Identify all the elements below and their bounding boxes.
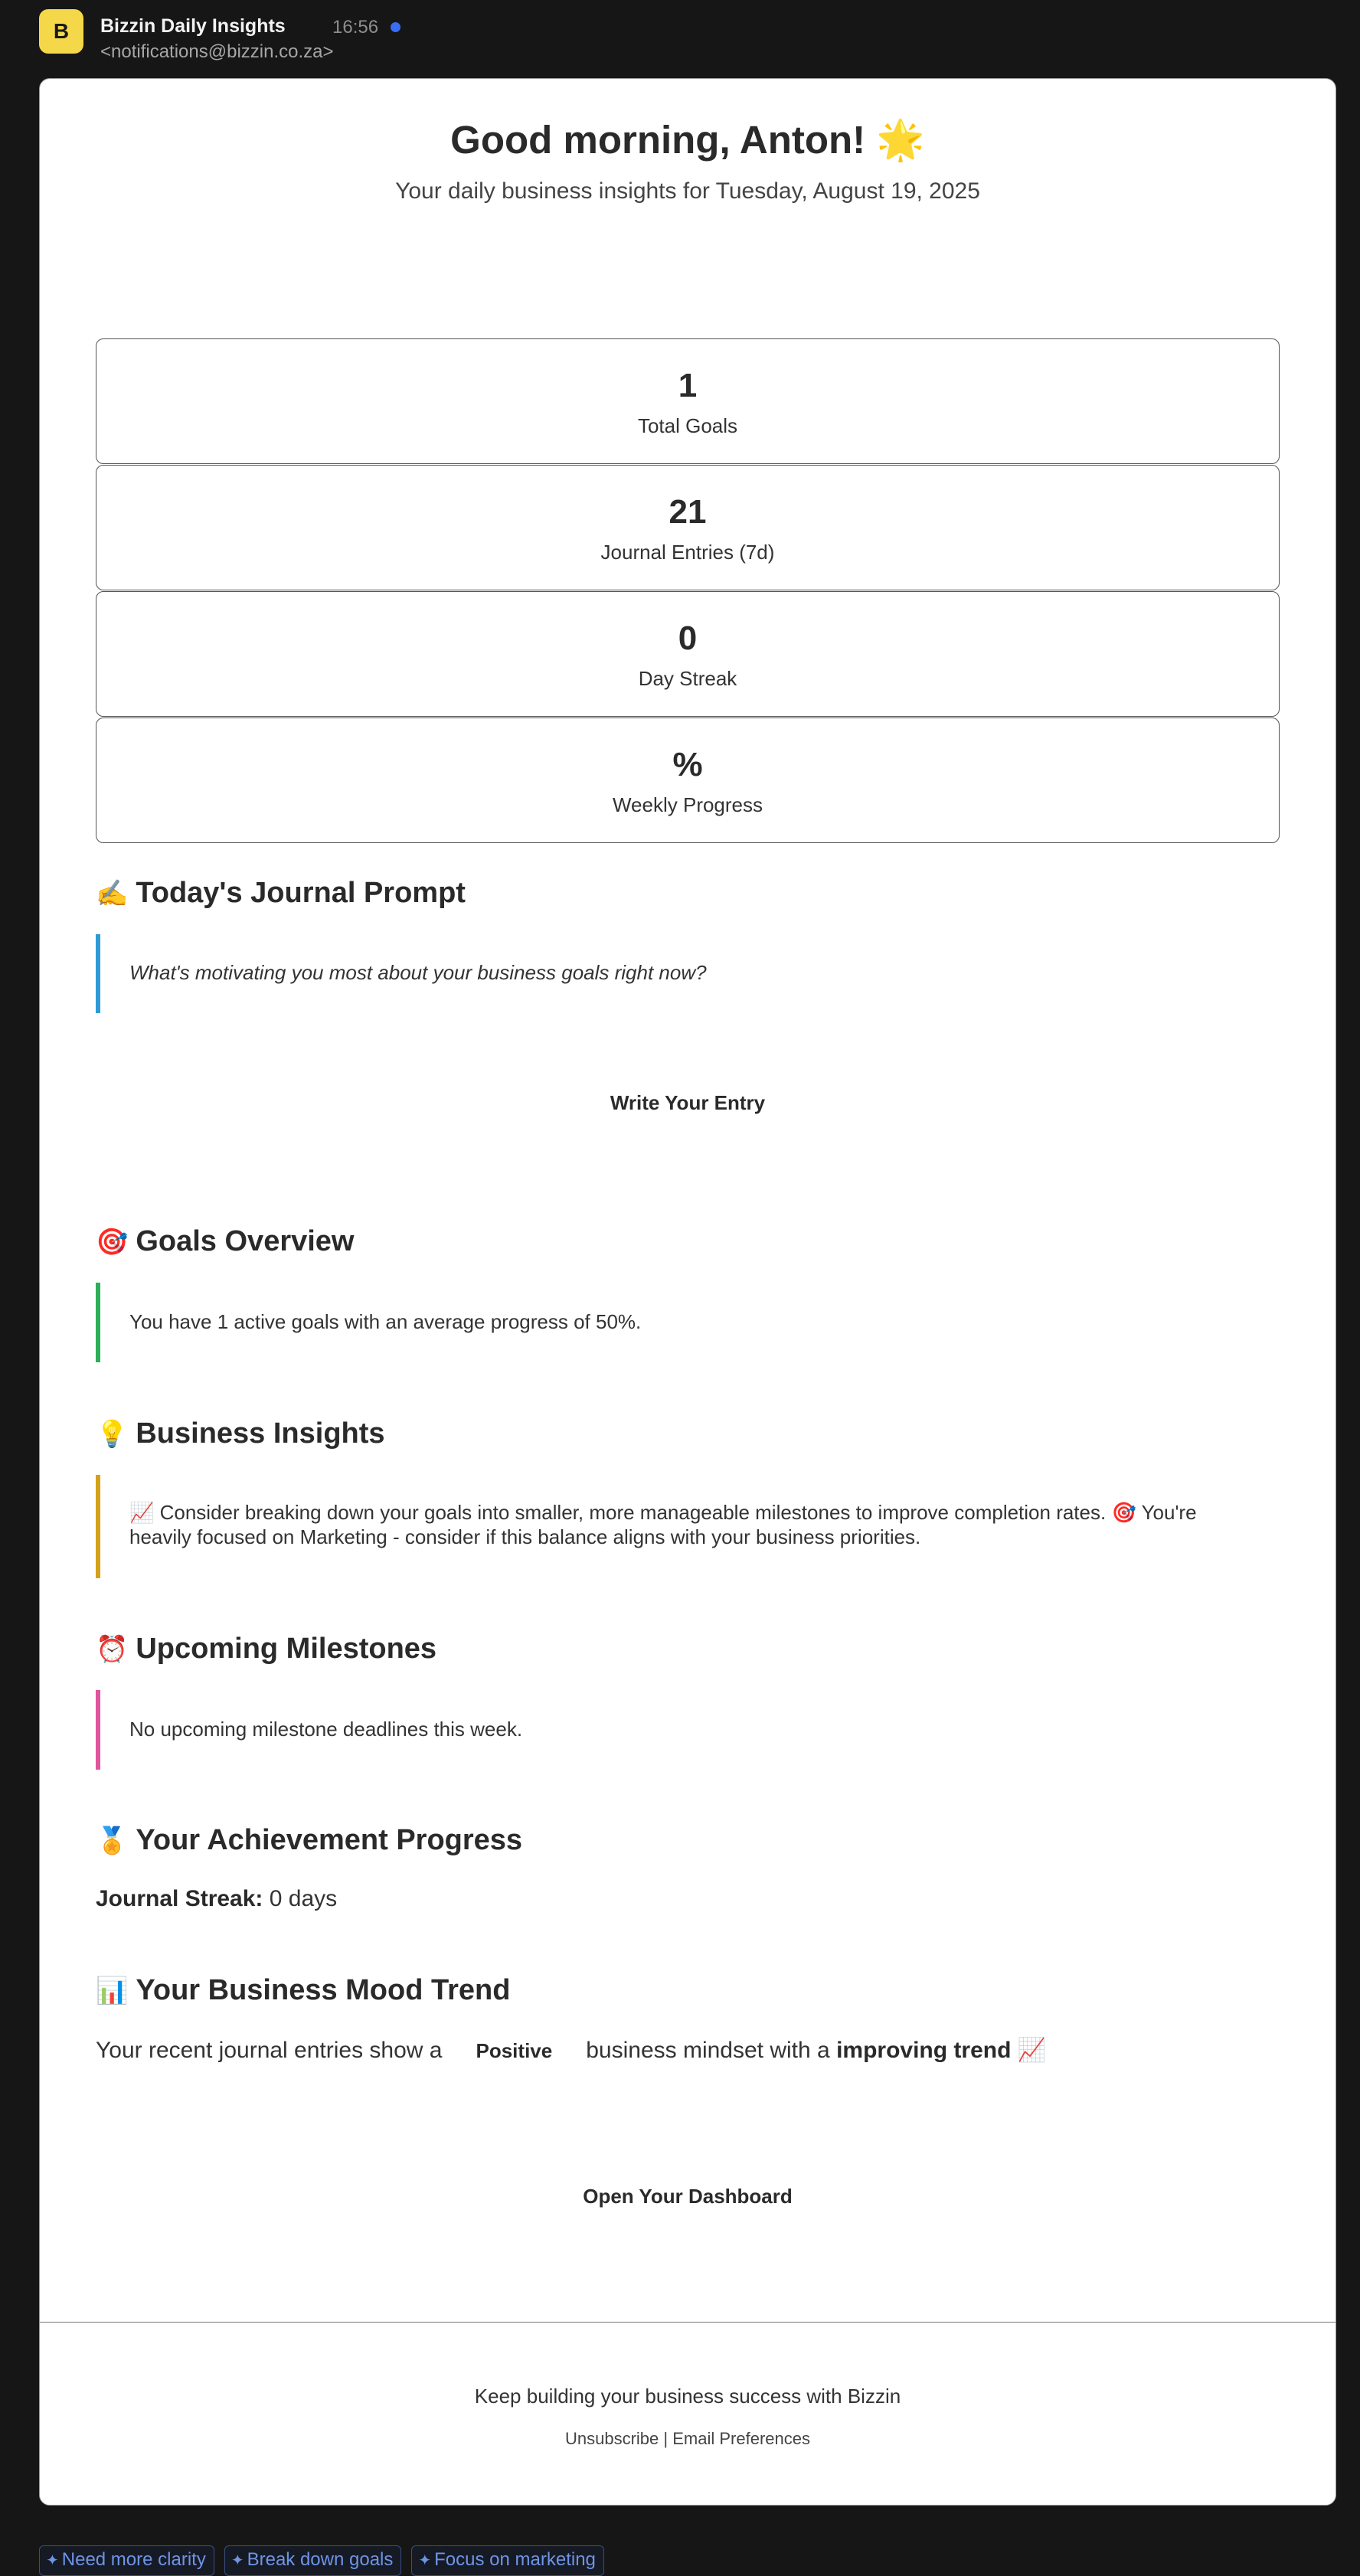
suggestion-chip[interactable]: ✦ Need more clarity — [39, 2545, 214, 2576]
medal-icon: 🏅 — [96, 1826, 129, 1855]
unsubscribe-link[interactable]: Unsubscribe — [565, 2429, 659, 2448]
section-title-upcoming-milestones: ⏰ Upcoming Milestones — [96, 1633, 436, 1666]
chart-increasing-icon: 📈 — [1017, 2038, 1047, 2063]
unread-indicator-icon — [391, 22, 400, 32]
stat-card-total-goals: 1 Total Goals — [96, 338, 1280, 464]
section-title-text: Today's Journal Prompt — [136, 877, 466, 909]
section-title-text: Upcoming Milestones — [136, 1633, 437, 1665]
sender-name[interactable]: Bizzin Daily Insights — [100, 15, 286, 38]
section-title-achievement: 🏅 Your Achievement Progress — [96, 1824, 522, 1857]
section-title-text: Your Achievement Progress — [136, 1824, 523, 1856]
mood-trend-line: Your recent journal entries show a Positi… — [96, 2037, 1046, 2064]
section-title-text: Goals Overview — [136, 1225, 355, 1257]
suggestion-chips: ✦ Need more clarity ✦ Break down goals ✦ Fo… — [39, 2545, 604, 2576]
greeting-subtitle: Your daily business insights for Tuesday… — [395, 178, 980, 204]
email-sender-header: B Bizzin Daily Insights 16:56 <notificat… — [39, 9, 1341, 62]
bar-chart-icon: 📊 — [96, 1976, 129, 2006]
write-entry-button[interactable]: Write Your Entry — [40, 1091, 1335, 1115]
footer — [40, 2323, 1335, 2505]
stat-value: % — [672, 746, 703, 783]
stat-label: Journal Entries (7d) — [600, 541, 775, 564]
open-dashboard-button[interactable]: Open Your Dashboard — [40, 2185, 1335, 2208]
upcoming-milestones-quote: No upcoming milestone deadlines this wee… — [96, 1690, 1280, 1770]
journal-prompt-text: What's motivating you most about your bu… — [129, 961, 707, 984]
section-title-mood-trend: 📊 Your Business Mood Trend — [96, 1974, 510, 2007]
sparkle-icon: ✦ — [46, 2552, 59, 2569]
mood-middle: business mindset with a — [586, 2038, 830, 2063]
footer-link-separator: | — [663, 2429, 669, 2448]
sender-avatar: B — [39, 9, 83, 54]
footer-tagline: Keep building your business success with… — [474, 2385, 901, 2408]
business-insights-text: 📈 Consider breaking down your goals into… — [129, 1501, 1197, 1548]
light-bulb-icon: 💡 — [96, 1420, 129, 1449]
stat-value: 1 — [678, 367, 698, 404]
suggestion-chip[interactable]: ✦ Focus on marketing — [411, 2545, 604, 2576]
sparkle-icon: ✦ — [230, 2552, 244, 2569]
mood-badge: Positive — [476, 2039, 553, 2062]
stat-value: 21 — [669, 493, 707, 531]
mood-trend: improving trend — [836, 2038, 1012, 2063]
received-time: 16:56 — [332, 17, 379, 38]
journal-prompt-quote: What's motivating you most about your bu… — [96, 934, 1280, 1013]
stat-card-weekly-progress: % Weekly Progress — [96, 718, 1280, 843]
target-icon: 🎯 — [96, 1228, 129, 1257]
greeting-heading: Good morning, Anton! 🌟 — [450, 118, 925, 162]
chip-label: Focus on marketing — [434, 2549, 596, 2570]
footer-links: Unsubscribe | Email Preferences — [40, 2429, 1335, 2449]
goals-overview-text: You have 1 active goals with an average … — [129, 1310, 642, 1333]
writing-hand-icon: ✍️ — [96, 879, 129, 908]
section-title-journal-prompt: ✍️ Today's Journal Prompt — [96, 877, 466, 910]
section-title-text: Your Business Mood Trend — [136, 1974, 511, 2006]
business-insights-quote: 📈 Consider breaking down your goals into… — [96, 1475, 1280, 1578]
stat-value: 0 — [678, 619, 698, 657]
mood-prefix: Your recent journal entries show a — [96, 2038, 443, 2063]
chip-label: Need more clarity — [61, 2549, 206, 2570]
journal-streak-line: Journal Streak: 0 days — [96, 1886, 337, 1912]
journal-streak-value: 0 days — [269, 1886, 338, 1911]
section-title-business-insights: 💡 Business Insights — [96, 1417, 385, 1450]
chip-label: Break down goals — [247, 2549, 394, 2570]
stat-label: Weekly Progress — [612, 793, 763, 816]
email-preferences-link[interactable]: Email Preferences — [672, 2429, 810, 2448]
sparkle-icon: ✦ — [418, 2552, 432, 2569]
sender-email: <notifications@bizzin.co.za> — [100, 41, 334, 62]
email-body-card: Good morning, Anton! 🌟 Your daily busine… — [39, 78, 1336, 2506]
stat-label: Day Streak — [638, 667, 737, 690]
stat-card-journal-entries: 21 Journal Entries (7d) — [96, 465, 1280, 590]
stat-label: Total Goals — [637, 414, 738, 437]
upcoming-milestones-text: No upcoming milestone deadlines this wee… — [129, 1718, 523, 1741]
journal-streak-label: Journal Streak: — [96, 1886, 263, 1911]
section-title-text: Business Insights — [136, 1417, 385, 1450]
alarm-clock-icon: ⏰ — [96, 1635, 129, 1664]
footer-divider — [40, 2322, 1335, 2323]
section-title-goals-overview: 🎯 Goals Overview — [96, 1225, 355, 1258]
stat-card-day-streak: 0 Day Streak — [96, 591, 1280, 717]
suggestion-chip[interactable]: ✦ Break down goals — [224, 2545, 402, 2576]
goals-overview-quote: You have 1 active goals with an average … — [96, 1283, 1280, 1362]
